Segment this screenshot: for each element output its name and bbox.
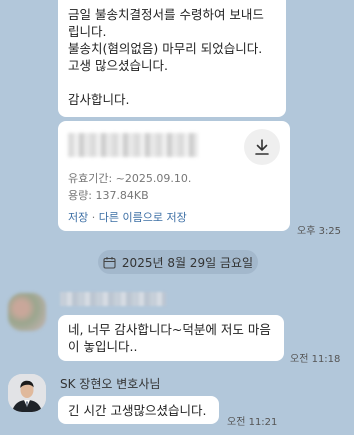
download-button[interactable] [244,129,280,165]
message-time: 오전 11:21 [227,417,278,428]
message-time: 오전 11:18 [290,354,341,365]
save-link[interactable]: 저장 [68,211,88,224]
message-line: 금일 불송치결정서를 수령하여 보내드 [68,7,264,22]
profile-photo-icon [8,374,46,412]
message-line: 불송치(혐의없음) 마무리 되었습니다. [68,41,263,56]
sender-name: SK 장현오 변호사님 [60,377,161,391]
file-attachment-bubble[interactable]: 유효기간: ~2025.09.10. 용량: 137.84KB 저장 · 다른 … [58,121,290,231]
avatar[interactable] [8,374,46,412]
message-line: 고생 많으셨습니다. [68,58,168,73]
blurred-sender-name [60,292,166,306]
download-icon [255,139,269,155]
message-line: 감사합니다. [68,92,130,107]
message-line: 립니다. [68,24,107,39]
avatar[interactable] [8,293,46,331]
file-expiry: 유효기간: ~2025.09.10. [68,172,192,185]
blurred-file-name [68,133,198,157]
date-text: 2025년 8월 29일 금요일 [121,255,254,270]
save-as-link[interactable]: 다른 이름으로 저장 [99,211,187,224]
message-time: 오후 3:25 [297,226,342,237]
separator-dot: · [91,211,96,224]
file-size: 용량: 137.84KB [68,189,149,202]
message-bubble-announcement[interactable]: 금일 불송치결정서를 수령하여 보내드 립니다. 불송치(혐의없음) 마무리 되… [58,0,286,117]
file-actions: 저장 · 다른 이름으로 저장 [68,209,187,225]
message-bubble[interactable]: 네, 너무 감사합니다~덕분에 저도 마음이 놓입니다.. [58,315,284,361]
date-separator: 2025년 8월 29일 금요일 [98,250,258,274]
chat-room: 금일 불송치결정서를 수령하여 보내드 립니다. 불송치(혐의없음) 마무리 되… [0,0,354,435]
calendar-icon [103,256,116,269]
message-bubble[interactable]: 긴 시간 고생많으셨습니다. [58,396,219,424]
